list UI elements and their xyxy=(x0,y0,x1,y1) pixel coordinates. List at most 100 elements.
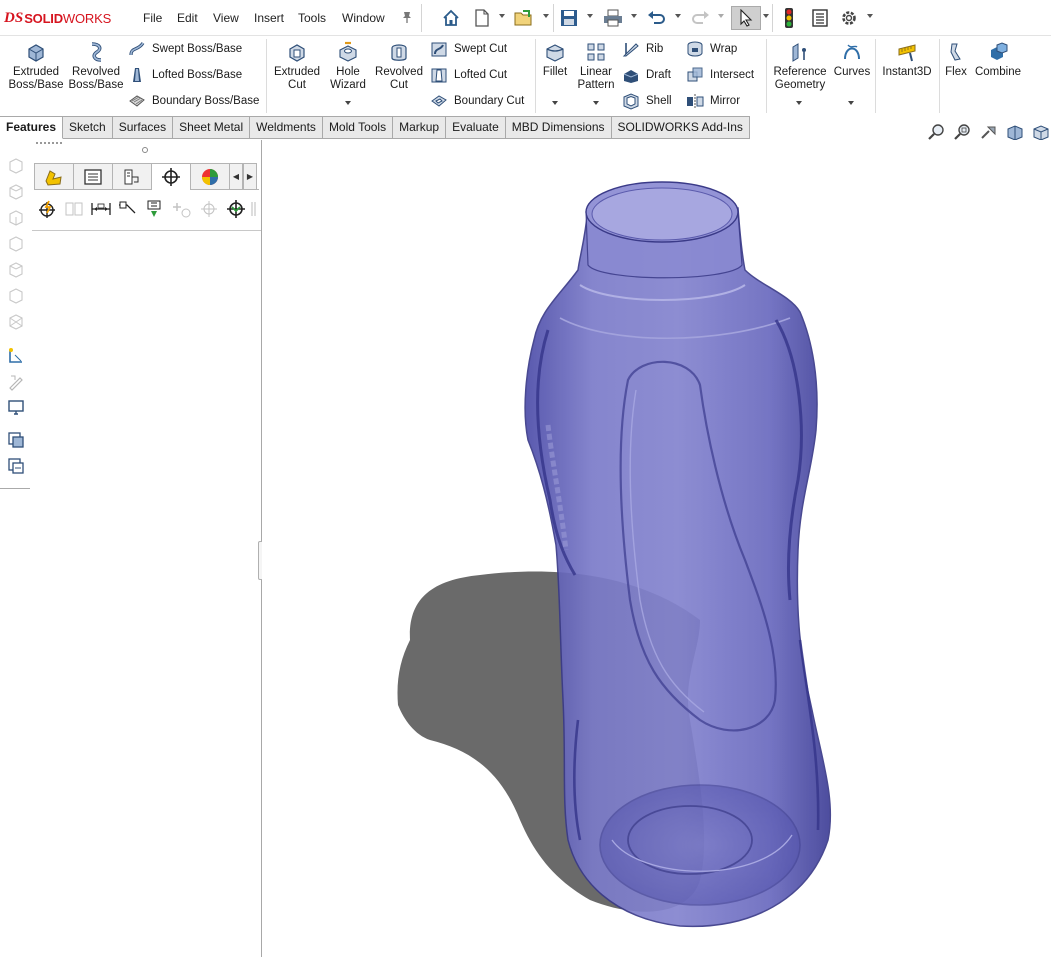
auto-dimension-scheme-icon[interactable] xyxy=(34,197,61,221)
options-dropdown-icon[interactable] xyxy=(867,14,873,18)
fillet-dropdown-icon[interactable] xyxy=(552,101,558,105)
curves-button[interactable]: Curves xyxy=(832,41,872,79)
intersect-button[interactable]: Intersect xyxy=(686,65,754,85)
panel-collapse-handle[interactable] xyxy=(142,147,148,153)
view-orientation-icon[interactable] xyxy=(1029,122,1051,142)
fillet-button[interactable]: Fillet xyxy=(537,41,573,79)
curves-dropdown-icon[interactable] xyxy=(848,101,854,105)
linear-pattern-button[interactable]: Linear Pattern xyxy=(574,41,618,92)
tab-property-manager[interactable] xyxy=(73,163,113,189)
undo-dropdown-icon[interactable] xyxy=(675,14,681,18)
tabs-scroll-left-icon[interactable]: ◀ xyxy=(229,163,243,189)
hole-wizard-dropdown-icon[interactable] xyxy=(345,101,351,105)
zoom-to-fit-icon[interactable] xyxy=(925,122,949,142)
view-left-icon[interactable] xyxy=(6,208,26,228)
revolved-boss-base-button[interactable]: Revolved Boss/Base xyxy=(66,41,126,92)
tab-solidworks-add-ins[interactable]: SOLIDWORKS Add-Ins xyxy=(611,116,750,139)
sketch-relations-icon[interactable] xyxy=(6,346,26,366)
rib-button[interactable]: Rib xyxy=(622,39,663,59)
view-back-icon[interactable] xyxy=(6,182,26,202)
extruded-cut-button[interactable]: Extruded Cut xyxy=(270,41,324,92)
flex-button[interactable]: Flex xyxy=(942,41,970,79)
toolbar-overflow-icon[interactable] xyxy=(249,197,259,221)
tab-mold-tools[interactable]: Mold Tools xyxy=(322,116,394,139)
menu-insert[interactable]: Insert xyxy=(254,11,284,25)
redo-dropdown-icon xyxy=(718,14,724,18)
menu-tools[interactable]: Tools xyxy=(298,11,326,25)
menu-file[interactable]: File xyxy=(143,11,162,25)
revolved-cut-button[interactable]: Revolved Cut xyxy=(372,41,426,92)
hole-wizard-button[interactable]: Hole Wizard xyxy=(324,41,372,92)
zoom-to-area-icon[interactable] xyxy=(951,122,975,142)
reference-geometry-button[interactable]: Reference Geometry xyxy=(769,41,831,92)
new-document-icon[interactable] xyxy=(470,6,494,30)
basic-size-dimension-icon[interactable] xyxy=(88,197,115,221)
tab-display-manager[interactable] xyxy=(190,163,230,189)
tab-dimxpert-manager[interactable] xyxy=(151,163,191,190)
wrap-button[interactable]: Wrap xyxy=(686,39,737,59)
location-dimension-icon[interactable] xyxy=(115,197,142,221)
edit-tool-icon[interactable] xyxy=(6,372,26,392)
lofted-cut-button[interactable]: Lofted Cut xyxy=(430,65,507,85)
select-dropdown-icon[interactable] xyxy=(763,14,769,18)
rebuild-icon[interactable] xyxy=(777,6,801,30)
graphics-area[interactable] xyxy=(262,140,1051,957)
tab-evaluate[interactable]: Evaluate xyxy=(446,116,506,139)
home-icon[interactable] xyxy=(439,6,463,30)
solidworks-logo[interactable]: DS SOLIDWORKS xyxy=(4,9,111,27)
tab-surfaces[interactable]: Surfaces xyxy=(112,116,174,139)
view-bottom-icon[interactable] xyxy=(6,286,26,306)
menu-edit[interactable]: Edit xyxy=(177,11,198,25)
undo-icon[interactable] xyxy=(644,6,668,30)
view-right-icon[interactable] xyxy=(6,234,26,254)
extruded-boss-base-button[interactable]: Extruded Boss/Base xyxy=(6,41,66,92)
mirror-button[interactable]: Mirror xyxy=(686,91,740,111)
tab-features[interactable]: Features xyxy=(0,116,64,139)
tab-configuration-manager[interactable] xyxy=(112,163,152,189)
section-view-icon[interactable] xyxy=(1003,122,1027,142)
pattern-dropdown-icon[interactable] xyxy=(593,101,599,105)
menu-view[interactable]: View xyxy=(213,11,239,25)
instant3d-button[interactable]: Instant3D xyxy=(878,41,936,79)
swept-cut-button[interactable]: Swept Cut xyxy=(430,39,507,59)
new-dropdown-icon[interactable] xyxy=(499,14,505,18)
tab-mbd-dimensions[interactable]: MBD Dimensions xyxy=(505,116,612,139)
view-top-icon[interactable] xyxy=(6,260,26,280)
select-icon[interactable] xyxy=(731,6,761,30)
reference-geometry-dropdown-icon[interactable] xyxy=(796,101,802,105)
copy-appearance-icon[interactable] xyxy=(6,430,26,450)
tab-sketch[interactable]: Sketch xyxy=(63,116,113,139)
shell-button[interactable]: Shell xyxy=(622,91,672,111)
combine-button[interactable]: Combine xyxy=(972,41,1024,79)
display-monitor-icon[interactable] xyxy=(6,398,26,418)
menu-window[interactable]: Window xyxy=(342,11,385,25)
boundary-cut-button[interactable]: Boundary Cut xyxy=(430,91,524,111)
open-dropdown-icon[interactable] xyxy=(543,14,549,18)
tab-markup[interactable]: Markup xyxy=(393,116,447,139)
redo-icon[interactable] xyxy=(689,6,713,30)
options-icon[interactable] xyxy=(837,6,861,30)
print-dropdown-icon[interactable] xyxy=(631,14,637,18)
pin-icon[interactable] xyxy=(400,10,414,24)
view-isometric-icon[interactable] xyxy=(6,312,26,332)
tab-sheet-metal[interactable]: Sheet Metal xyxy=(173,116,251,139)
lofted-boss-base-button[interactable]: Lofted Boss/Base xyxy=(128,65,242,85)
view-front-icon[interactable] xyxy=(6,156,26,176)
save-icon[interactable] xyxy=(557,6,581,30)
file-properties-icon[interactable] xyxy=(808,6,832,30)
draft-button[interactable]: Draft xyxy=(622,65,671,85)
tabs-scroll-right-icon[interactable]: ▶ xyxy=(243,163,257,189)
open-icon[interactable] xyxy=(512,6,536,30)
save-dropdown-icon[interactable] xyxy=(587,14,593,18)
bottle-model[interactable] xyxy=(262,140,1051,957)
paste-appearance-icon[interactable] xyxy=(6,456,26,476)
previous-view-icon[interactable] xyxy=(977,122,1001,142)
panel-grip-dots[interactable] xyxy=(36,142,62,144)
print-icon[interactable] xyxy=(601,6,625,30)
tab-weldments[interactable]: Weldments xyxy=(250,116,323,139)
datum-icon[interactable] xyxy=(142,197,169,221)
tab-feature-manager[interactable] xyxy=(34,163,74,189)
boundary-boss-base-button[interactable]: Boundary Boss/Base xyxy=(128,91,259,111)
show-tolerance-status-icon[interactable] xyxy=(222,197,249,221)
swept-boss-base-button[interactable]: Swept Boss/Base xyxy=(128,39,242,59)
